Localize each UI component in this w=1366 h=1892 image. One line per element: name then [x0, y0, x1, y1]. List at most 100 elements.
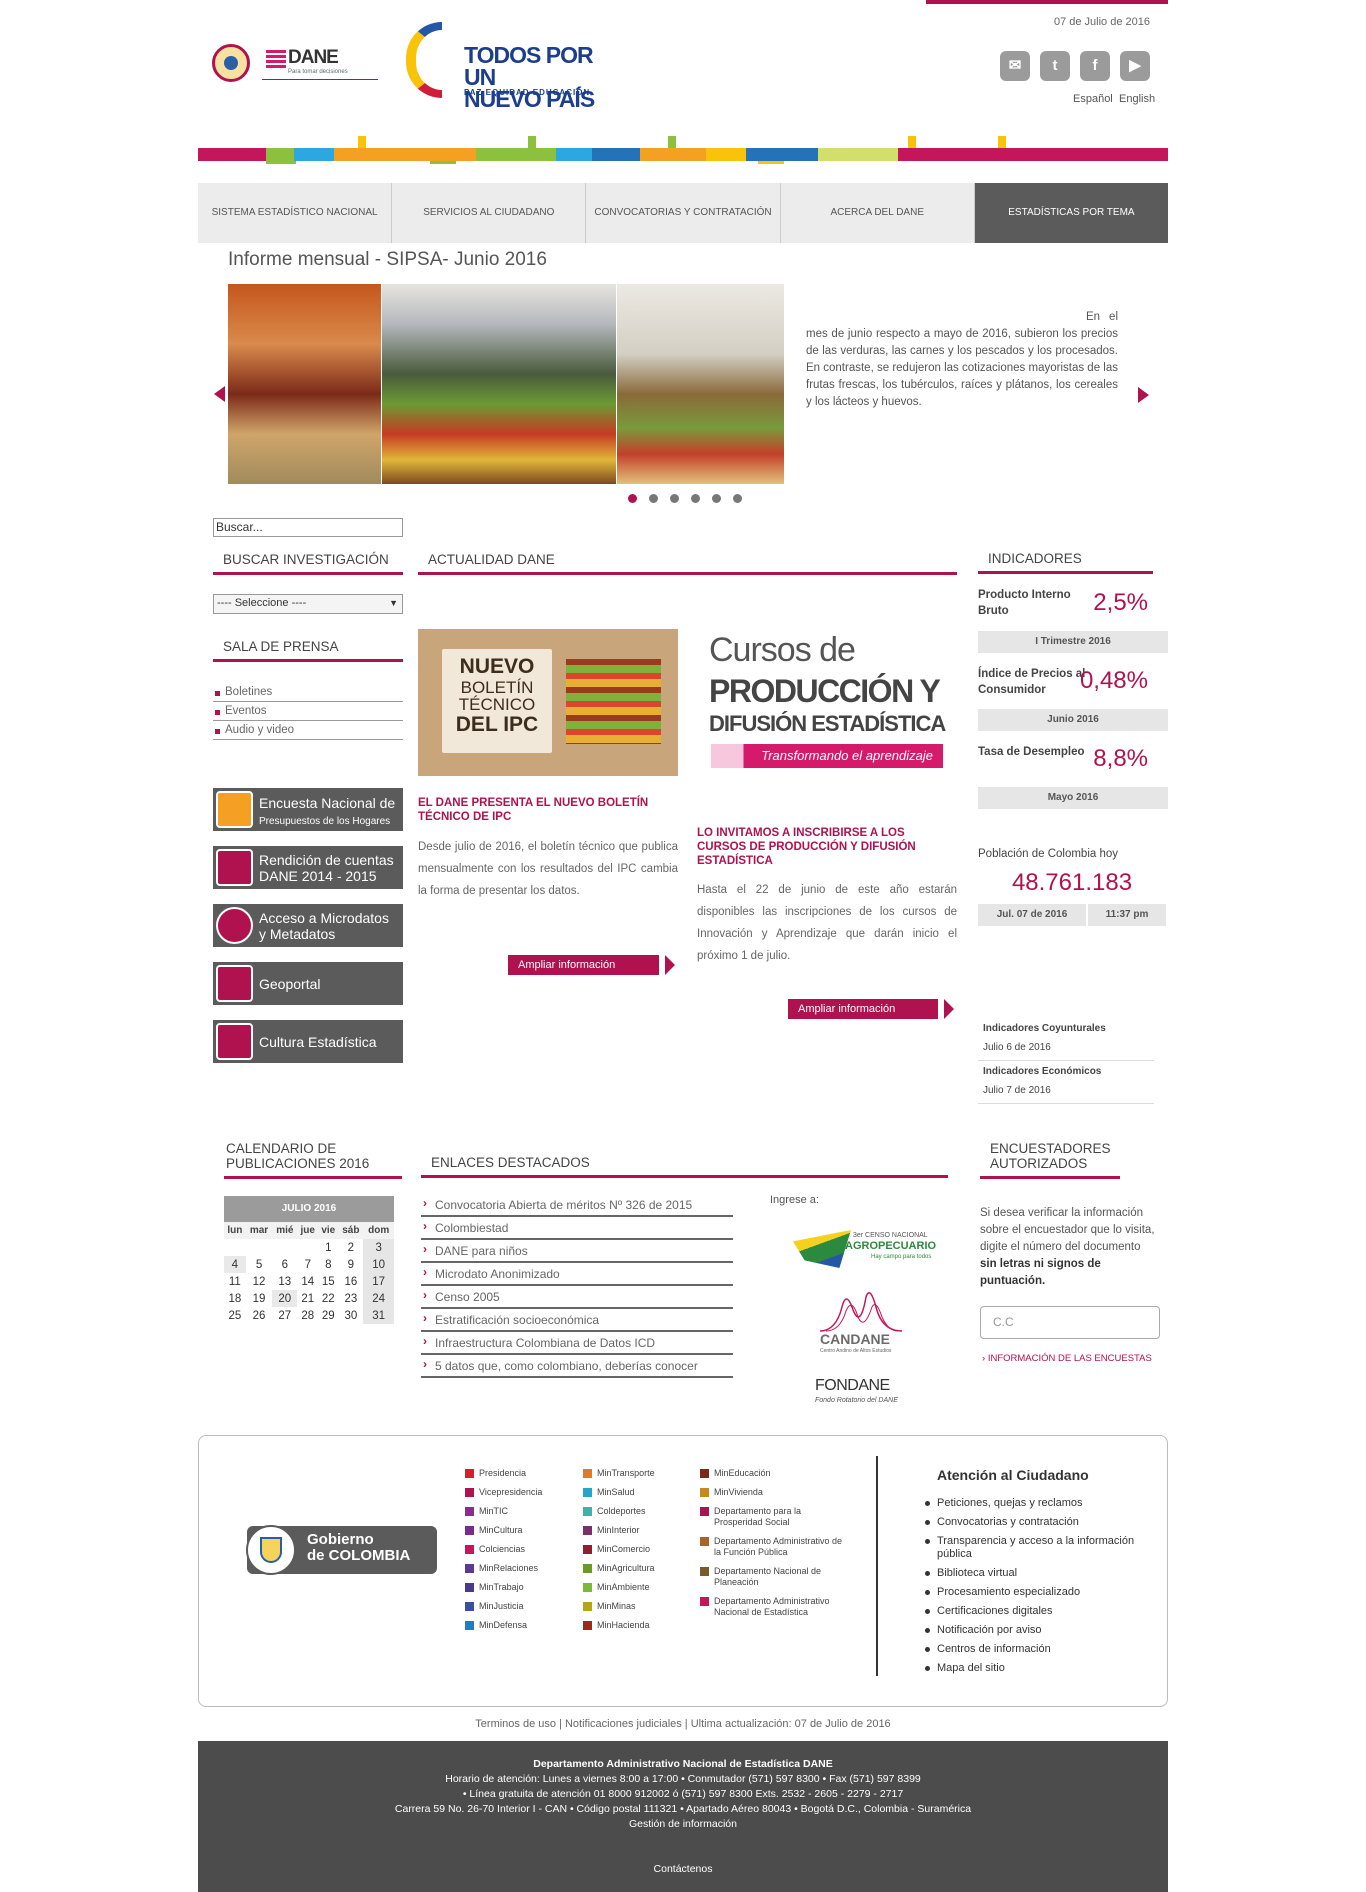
slider-dot[interactable]	[733, 494, 742, 503]
ministry-link[interactable]: MinRelaciones	[465, 1563, 575, 1574]
ministry-link[interactable]: MinMinas	[583, 1601, 693, 1612]
calendar-day[interactable]: 9	[338, 1256, 363, 1273]
press-item-boletines[interactable]: Boletines	[213, 683, 403, 702]
lang-english-link[interactable]: English	[1119, 93, 1155, 105]
press-item-audio-video[interactable]: Audio y video	[213, 721, 403, 740]
ministry-link[interactable]: MinTrabajo	[465, 1582, 575, 1593]
ministry-link[interactable]: MinTransporte	[583, 1468, 693, 1479]
nav-item-acerca[interactable]: ACERCA DEL DANE	[781, 183, 975, 243]
news-1-title[interactable]: EL DANE PRESENTA EL NUEVO BOLETÍN TÉCNIC…	[418, 796, 650, 824]
calendar-day[interactable]: 26	[246, 1307, 273, 1324]
lang-spanish-link[interactable]: Español	[1073, 93, 1113, 105]
calendar-day[interactable]: 2	[338, 1239, 363, 1256]
footer-contactenos-link[interactable]: Contáctenos	[198, 1862, 1168, 1877]
ministry-link[interactable]: MinAgricultura	[583, 1563, 693, 1574]
nav-item-convocatorias[interactable]: CONVOCATORIAS Y CONTRATACIÓN	[586, 183, 781, 243]
calendar-day[interactable]: 11	[224, 1273, 246, 1290]
cursos-produccion-image[interactable]: Cursos de PRODUCCIÓN Y DIFUSIÓN ESTADÍST…	[697, 629, 957, 776]
pib-value[interactable]: 2,5%	[1060, 589, 1148, 617]
atencion-link[interactable]: Procesamiento especializado	[925, 1586, 1145, 1599]
atencion-link[interactable]: Notificación por aviso	[925, 1624, 1145, 1637]
link-item[interactable]: Colombiestad	[421, 1217, 733, 1240]
calendar-day[interactable]: 21	[297, 1290, 318, 1307]
pub-item[interactable]: Indicadores Económicos Julio 7 de 2016	[978, 1061, 1154, 1104]
investigacion-select[interactable]: ---- Seleccione ----	[213, 594, 403, 614]
calendar-day[interactable]: 19	[246, 1290, 273, 1307]
cultura-estadistica-button[interactable]: Cultura Estadística	[213, 1020, 403, 1063]
slider-prev-icon[interactable]	[214, 386, 225, 402]
ministry-link[interactable]: Presidencia	[465, 1468, 575, 1479]
pub-item[interactable]: Indicadores Coyunturales Julio 6 de 2016	[978, 1018, 1154, 1061]
ministry-link[interactable]: Departamento Nacional de Planeación	[700, 1566, 850, 1588]
calendar-day[interactable]: 22	[318, 1290, 338, 1307]
rendicion-cuentas-button[interactable]: Rendición de cuentas DANE 2014 - 2015	[213, 846, 403, 889]
calendar-day[interactable]: 20	[272, 1290, 298, 1307]
ministry-link[interactable]: Departamento Administrativo Nacional de …	[700, 1596, 850, 1618]
calendar-day[interactable]: 18	[224, 1290, 246, 1307]
calendar-day[interactable]: 29	[318, 1307, 338, 1324]
calendar-day[interactable]: 30	[338, 1307, 363, 1324]
calendar-day[interactable]: 10	[363, 1256, 394, 1273]
market-photo-3[interactable]	[617, 284, 784, 484]
ministry-link[interactable]: Coldeportes	[583, 1506, 693, 1517]
link-item[interactable]: Convocatoria Abierta de méritos Nº 326 d…	[421, 1194, 733, 1217]
atencion-link[interactable]: Centros de información	[925, 1643, 1145, 1656]
calendar-day[interactable]: 6	[272, 1256, 297, 1273]
microdatos-button[interactable]: Acceso a Microdatos y Metadatos	[213, 904, 403, 947]
calendar-day[interactable]: 27	[272, 1307, 297, 1324]
link-item[interactable]: Microdato Anonimizado	[421, 1263, 733, 1286]
cedula-input[interactable]: C.C	[980, 1306, 1160, 1339]
footer-gestion-link[interactable]: Gestión de información	[198, 1817, 1168, 1832]
calendar-day[interactable]: 14	[297, 1273, 318, 1290]
ministry-link[interactable]: Vicepresidencia	[465, 1487, 575, 1498]
terms-line[interactable]: Terminos de uso | Notificaciones judicia…	[198, 1718, 1168, 1730]
ipc-value[interactable]: 0,48%	[1060, 667, 1148, 695]
ministry-link[interactable]: MinVivienda	[700, 1487, 850, 1498]
informacion-encuestas-link[interactable]: › INFORMACIÓN DE LAS ENCUESTAS	[982, 1353, 1152, 1364]
nav-item-servicios[interactable]: SERVICIOS AL CIUDADANO	[392, 183, 587, 243]
ministry-link[interactable]: Departamento Administrativo de la Funció…	[700, 1536, 850, 1558]
ministry-link[interactable]: Colciencias	[465, 1544, 575, 1555]
link-item[interactable]: DANE para niños	[421, 1240, 733, 1263]
ministry-link[interactable]: MinDefensa	[465, 1620, 575, 1631]
candane-logo[interactable]: CANDANE Centro Andino de Altos Estudios	[816, 1287, 906, 1357]
atencion-link[interactable]: Mapa del sitio	[925, 1662, 1145, 1675]
gobierno-de-colombia-logo[interactable]: Gobierno de COLOMBIA	[246, 1525, 437, 1575]
press-item-eventos[interactable]: Eventos	[213, 702, 403, 721]
ministry-link[interactable]: MinSalud	[583, 1487, 693, 1498]
dane-logo[interactable]: DANE Para tomar decisiones	[262, 44, 378, 80]
calendar-day[interactable]: 12	[246, 1273, 273, 1290]
geoportal-button[interactable]: Geoportal	[213, 962, 403, 1005]
calendar-day[interactable]: 5	[246, 1256, 273, 1273]
news-2-title[interactable]: LO INVITAMOS A INSCRIBIRSE A LOS CURSOS …	[697, 826, 957, 868]
link-item[interactable]: Infraestructura Colombiana de Datos ICD	[421, 1332, 733, 1355]
ministry-link[interactable]: MinHacienda	[583, 1620, 693, 1631]
boletin-ipc-image[interactable]: NUEVO BOLETÍN TÉCNICO DEL IPC	[418, 629, 678, 776]
calendar-day[interactable]: 7	[297, 1256, 318, 1273]
calendar-day[interactable]: 31	[363, 1307, 394, 1324]
ministry-link[interactable]: MinJusticia	[465, 1601, 575, 1612]
calendar-day[interactable]: 8	[318, 1256, 338, 1273]
twitter-icon[interactable]: t	[1040, 51, 1070, 81]
search-input[interactable]: Buscar...	[213, 518, 403, 537]
link-item[interactable]: 5 datos que, como colombiano, deberías c…	[421, 1355, 733, 1378]
fondane-logo[interactable]: FONDANE Fondo Rotatorio del DANE	[815, 1377, 915, 1417]
ministry-link[interactable]: MinComercio	[583, 1544, 693, 1555]
calendar-day[interactable]: 25	[224, 1307, 246, 1324]
atencion-link[interactable]: Convocatorias y contratación	[925, 1516, 1145, 1529]
desempleo-value[interactable]: 8,8%	[1060, 745, 1148, 773]
calendar-day[interactable]: 16	[338, 1273, 363, 1290]
market-photo-1[interactable]	[228, 284, 381, 484]
youtube-icon[interactable]: ▶	[1120, 51, 1150, 81]
calendar-day[interactable]: 13	[272, 1273, 297, 1290]
calendar-day[interactable]: 1	[318, 1239, 338, 1256]
slider-next-icon[interactable]	[1138, 387, 1149, 403]
encuesta-presupuestos-button[interactable]: Encuesta Nacional de Presupuestos de los …	[213, 788, 403, 831]
atencion-link[interactable]: Biblioteca virtual	[925, 1567, 1145, 1580]
slider-dot[interactable]	[670, 494, 679, 503]
slider-dot[interactable]	[649, 494, 658, 503]
link-item[interactable]: Estratificación socioeconómica	[421, 1309, 733, 1332]
ministry-link[interactable]: MinEducación	[700, 1468, 850, 1479]
market-photo-2[interactable]	[382, 284, 616, 484]
calendar-day[interactable]: 4	[224, 1256, 246, 1273]
